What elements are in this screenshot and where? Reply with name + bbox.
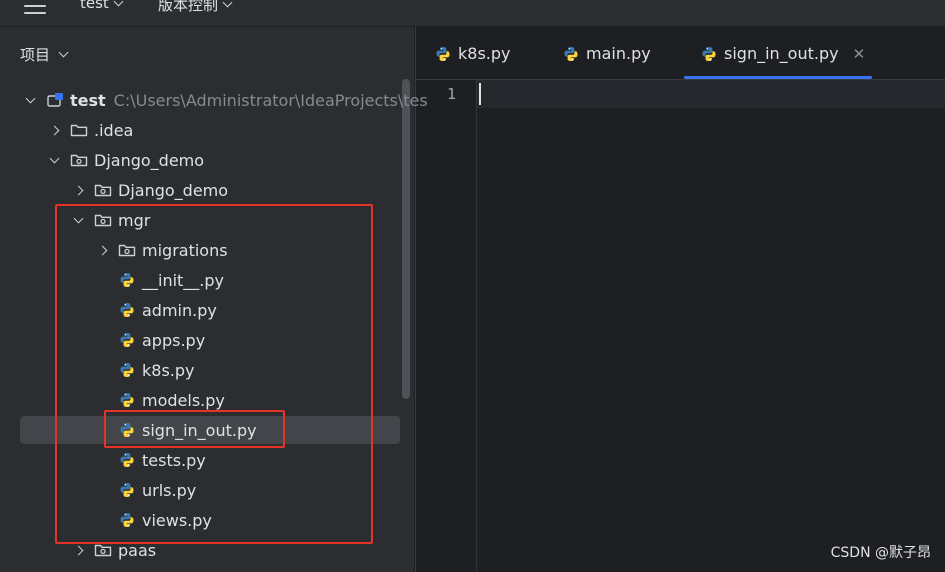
python-file-icon — [700, 46, 718, 62]
package-folder-icon — [94, 182, 112, 198]
collapsed-arrow-icon[interactable] — [70, 542, 86, 558]
main-menu-icon[interactable] — [24, 0, 46, 14]
tree-item-label: urls.py — [142, 480, 197, 500]
active-tab-indicator — [684, 76, 872, 79]
chevron-down-icon — [58, 47, 69, 58]
tree-item-label: views.py — [142, 510, 212, 530]
tree-item-django-demo[interactable]: Django_demo — [0, 145, 460, 175]
vertical-scrollbar[interactable] — [402, 79, 410, 399]
vcs-menu-label: 版本控制 — [158, 0, 219, 14]
tab-label: sign_in_out.py — [724, 44, 839, 63]
root-name: test — [70, 90, 106, 110]
tree-root[interactable]: test C:\Users\Administrator\IdeaProjects… — [0, 85, 436, 115]
title-bar: test 版本控制 — [0, 0, 945, 27]
close-icon[interactable]: ✕ — [853, 45, 866, 63]
tree-item-label: __init__.py — [142, 270, 225, 290]
python-file-icon — [118, 392, 136, 408]
text-caret — [479, 83, 481, 105]
tree-item-label: admin.py — [142, 300, 217, 320]
tree-item-label: k8s.py — [142, 360, 195, 380]
tree-item-label: paas — [118, 540, 157, 560]
package-folder-icon — [70, 152, 88, 168]
watermark: CSDN @默子昂 — [830, 545, 931, 561]
python-file-icon — [562, 46, 580, 62]
collapsed-arrow-icon[interactable] — [94, 242, 110, 258]
tree-item-label: Django_demo — [118, 180, 229, 200]
tab-label: main.py — [586, 44, 651, 63]
editor-tabs: k8s.py main.py sign_in_out.py ✕ — [416, 27, 945, 80]
chevron-down-icon — [113, 0, 124, 6]
python-file-icon — [118, 482, 136, 498]
editor-area: k8s.py main.py sign_in_out.py ✕ 1 — [415, 27, 945, 572]
package-folder-icon — [118, 242, 136, 258]
project-icon — [46, 92, 64, 108]
tree-item-django-demo-inner[interactable]: Django_demo — [0, 175, 484, 205]
project-menu-label: test — [80, 0, 109, 12]
python-file-icon — [118, 302, 136, 318]
project-view-selector[interactable]: 项目 — [20, 44, 69, 65]
tab-label: k8s.py — [458, 44, 511, 63]
current-line-highlight — [477, 80, 945, 108]
tab-main-py[interactable]: main.py — [562, 44, 651, 63]
tree-item-label: .idea — [94, 120, 134, 140]
panel-title: 项目 — [20, 46, 51, 64]
tree-item-label: apps.py — [142, 330, 206, 350]
line-gutter — [416, 80, 477, 572]
collapsed-arrow-icon[interactable] — [46, 122, 62, 138]
python-file-icon — [118, 362, 136, 378]
tree-item-label: tests.py — [142, 450, 206, 470]
project-menu[interactable]: test — [80, 0, 124, 12]
package-folder-icon — [94, 212, 112, 228]
tree-item-label: sign_in_out.py — [142, 420, 257, 440]
chevron-down-icon — [222, 0, 233, 8]
expanded-arrow-icon[interactable] — [46, 152, 62, 168]
python-file-icon — [118, 422, 136, 438]
tree-item-label: mgr — [118, 210, 151, 230]
vcs-menu[interactable]: 版本控制 — [158, 0, 233, 15]
python-file-icon — [118, 512, 136, 528]
expanded-arrow-icon[interactable] — [22, 92, 38, 108]
line-number: 1 — [446, 85, 456, 103]
python-file-icon — [434, 46, 452, 62]
python-file-icon — [118, 332, 136, 348]
collapsed-arrow-icon[interactable] — [70, 182, 86, 198]
python-file-icon — [118, 452, 136, 468]
tab-sign-in-out-py[interactable]: sign_in_out.py ✕ — [700, 44, 865, 63]
tree-item-idea[interactable]: .idea — [0, 115, 460, 145]
tree-item-label: models.py — [142, 390, 225, 410]
root-path: C:\Users\Administrator\IdeaProjects\tes — [113, 90, 428, 110]
python-file-icon — [118, 272, 136, 288]
tree-item-label: Django_demo — [94, 150, 205, 170]
expanded-arrow-icon[interactable] — [70, 212, 86, 228]
tree-item-label: migrations — [142, 240, 228, 260]
package-folder-icon — [94, 542, 112, 558]
folder-icon — [70, 122, 88, 138]
tab-k8s-py[interactable]: k8s.py — [434, 44, 511, 63]
